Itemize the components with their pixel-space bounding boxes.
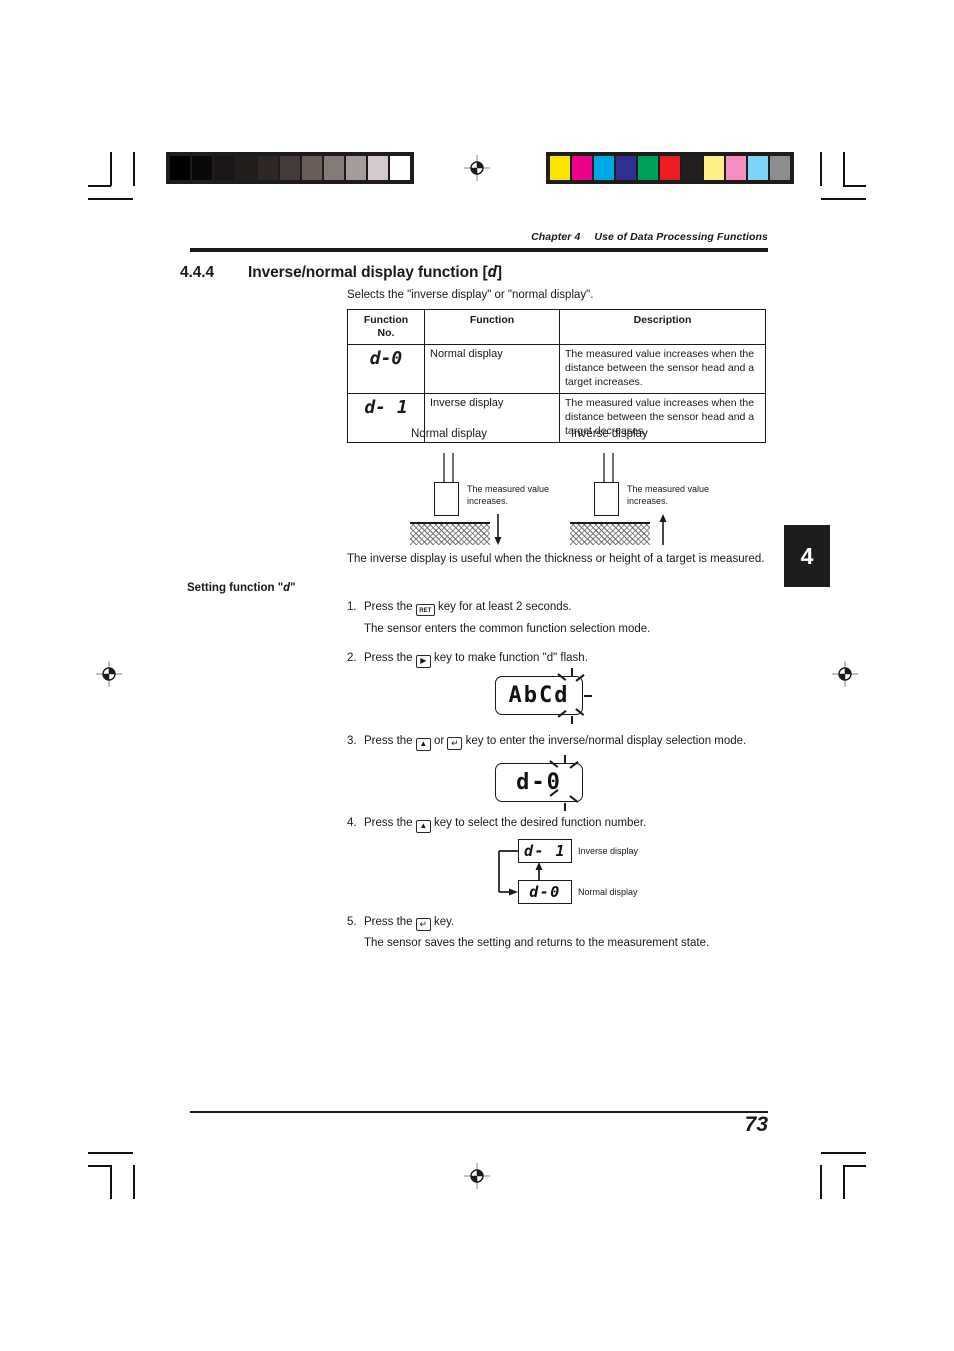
right-arrow-key-icon[interactable]: ▶ xyxy=(415,655,431,668)
cell-description: The measured value increases when the di… xyxy=(559,344,766,395)
section-title-text: Inverse/normal display function [ xyxy=(248,264,488,281)
header-rule xyxy=(190,248,768,252)
measure-note-inverse: The measured value increases. xyxy=(627,484,710,507)
header-line-2: No. xyxy=(377,327,395,340)
sensor-head xyxy=(594,482,619,516)
cell-function-no: d-0 xyxy=(347,344,425,395)
page-title: 4.4.4 Inverse/normal display function [d] xyxy=(180,263,502,282)
step-4: 4. Press the ▲ key to select the desired … xyxy=(347,817,646,833)
cycle-arrows xyxy=(487,838,577,913)
step-text-after: key for at least 2 seconds. xyxy=(437,601,572,613)
running-head: Chapter 4 Use of Data Processing Function… xyxy=(190,231,768,243)
running-head-chapter: Chapter 4 xyxy=(531,231,581,243)
step-number: 5. xyxy=(347,916,357,928)
sensor-head xyxy=(434,482,459,516)
step-5-result: The sensor saves the setting and returns… xyxy=(364,937,710,949)
section-title-suffix: ] xyxy=(496,264,502,281)
sensor-cable xyxy=(603,453,614,483)
step-3: 3. Press the ▲ or ↵ key to enter the inve… xyxy=(347,735,746,751)
setting-function-heading: Setting function "d" xyxy=(187,580,296,594)
page-number: 73 xyxy=(744,1113,768,1136)
enter-key-icon[interactable]: ↵ xyxy=(415,918,431,931)
section-number: 4.4.4 xyxy=(180,264,214,281)
step-text-after: key. xyxy=(433,916,455,928)
step-2: 2. Press the ▶ key to make function "d" f… xyxy=(347,652,588,668)
step-text-before: Press the xyxy=(364,916,413,928)
header-line-1: Function xyxy=(363,314,409,326)
step-1-result: The sensor enters the common function se… xyxy=(364,623,651,635)
sensor-cable xyxy=(443,453,454,483)
cycle-label-normal: Normal display xyxy=(578,887,638,897)
step-text-before: Press the xyxy=(364,601,413,613)
step-text-before: Press the xyxy=(364,817,413,829)
table-header-description: Description xyxy=(559,308,766,346)
ret-key-icon[interactable]: RET xyxy=(415,604,435,616)
up-arrow-icon xyxy=(658,514,668,551)
table-header-function-no: Function No. xyxy=(347,308,425,346)
useful-note: The inverse display is useful when the t… xyxy=(347,553,765,565)
flash-indicator-d0 xyxy=(542,755,588,811)
setting-heading-suffix: " xyxy=(290,582,296,594)
section-title-code: d xyxy=(487,263,497,281)
chapter-tab: 4 xyxy=(784,525,830,587)
setting-heading-prefix: Setting function " xyxy=(187,582,284,594)
function-code-d1: d- 1 xyxy=(364,397,408,419)
target-surface xyxy=(410,522,490,545)
footer-rule xyxy=(190,1111,768,1113)
step-text-after: key to enter the inverse/normal display … xyxy=(465,735,747,747)
step-text-after: key to select the desired function numbe… xyxy=(433,817,647,829)
section-intro-text: Selects the "inverse display" or "normal… xyxy=(347,289,594,301)
enter-key-icon[interactable]: ↵ xyxy=(447,737,463,750)
document-page: Chapter 4 Use of Data Processing Function… xyxy=(0,0,954,1351)
table-header-function: Function xyxy=(424,308,560,346)
cycle-label-inverse: Inverse display xyxy=(578,846,639,856)
step-text-before: Press the xyxy=(364,652,413,664)
function-code-d0: d-0 xyxy=(369,348,403,370)
down-arrow-icon xyxy=(493,514,503,551)
cell-function-name: Normal display xyxy=(424,344,560,395)
flash-indicator-abcd xyxy=(552,668,592,724)
step-number: 1. xyxy=(347,601,357,613)
running-head-title: Use of Data Processing Functions xyxy=(594,231,768,243)
target-surface xyxy=(570,522,650,545)
diagram-label-normal: Normal display xyxy=(411,428,488,440)
step-text-middle: or xyxy=(433,735,445,747)
function-table: Function No. Function Description d-0 No… xyxy=(347,308,766,443)
step-5: 5. Press the ↵ key. xyxy=(347,916,454,931)
diagram-label-inverse: Inverse display xyxy=(571,428,648,440)
step-text-before: Press the xyxy=(364,735,413,747)
table-header-row: Function No. Function Description xyxy=(347,308,766,346)
chapter-tab-number: 4 xyxy=(800,542,814,569)
sensor-diagram-group: Normal display The measured value increa… xyxy=(347,428,767,545)
up-arrow-key-icon[interactable]: ▲ xyxy=(415,820,431,833)
step-1: 1. Press the RET key for at least 2 secon… xyxy=(347,601,572,616)
up-arrow-key-icon[interactable]: ▲ xyxy=(415,738,431,751)
step-text-after: key to make function "d" flash. xyxy=(433,652,588,664)
table-row: d-0 Normal display The measured value in… xyxy=(347,344,766,395)
measure-note-normal: The measured value increases. xyxy=(467,484,550,507)
step-number: 2. xyxy=(347,652,357,664)
step-number: 3. xyxy=(347,735,357,747)
step-number: 4. xyxy=(347,817,357,829)
